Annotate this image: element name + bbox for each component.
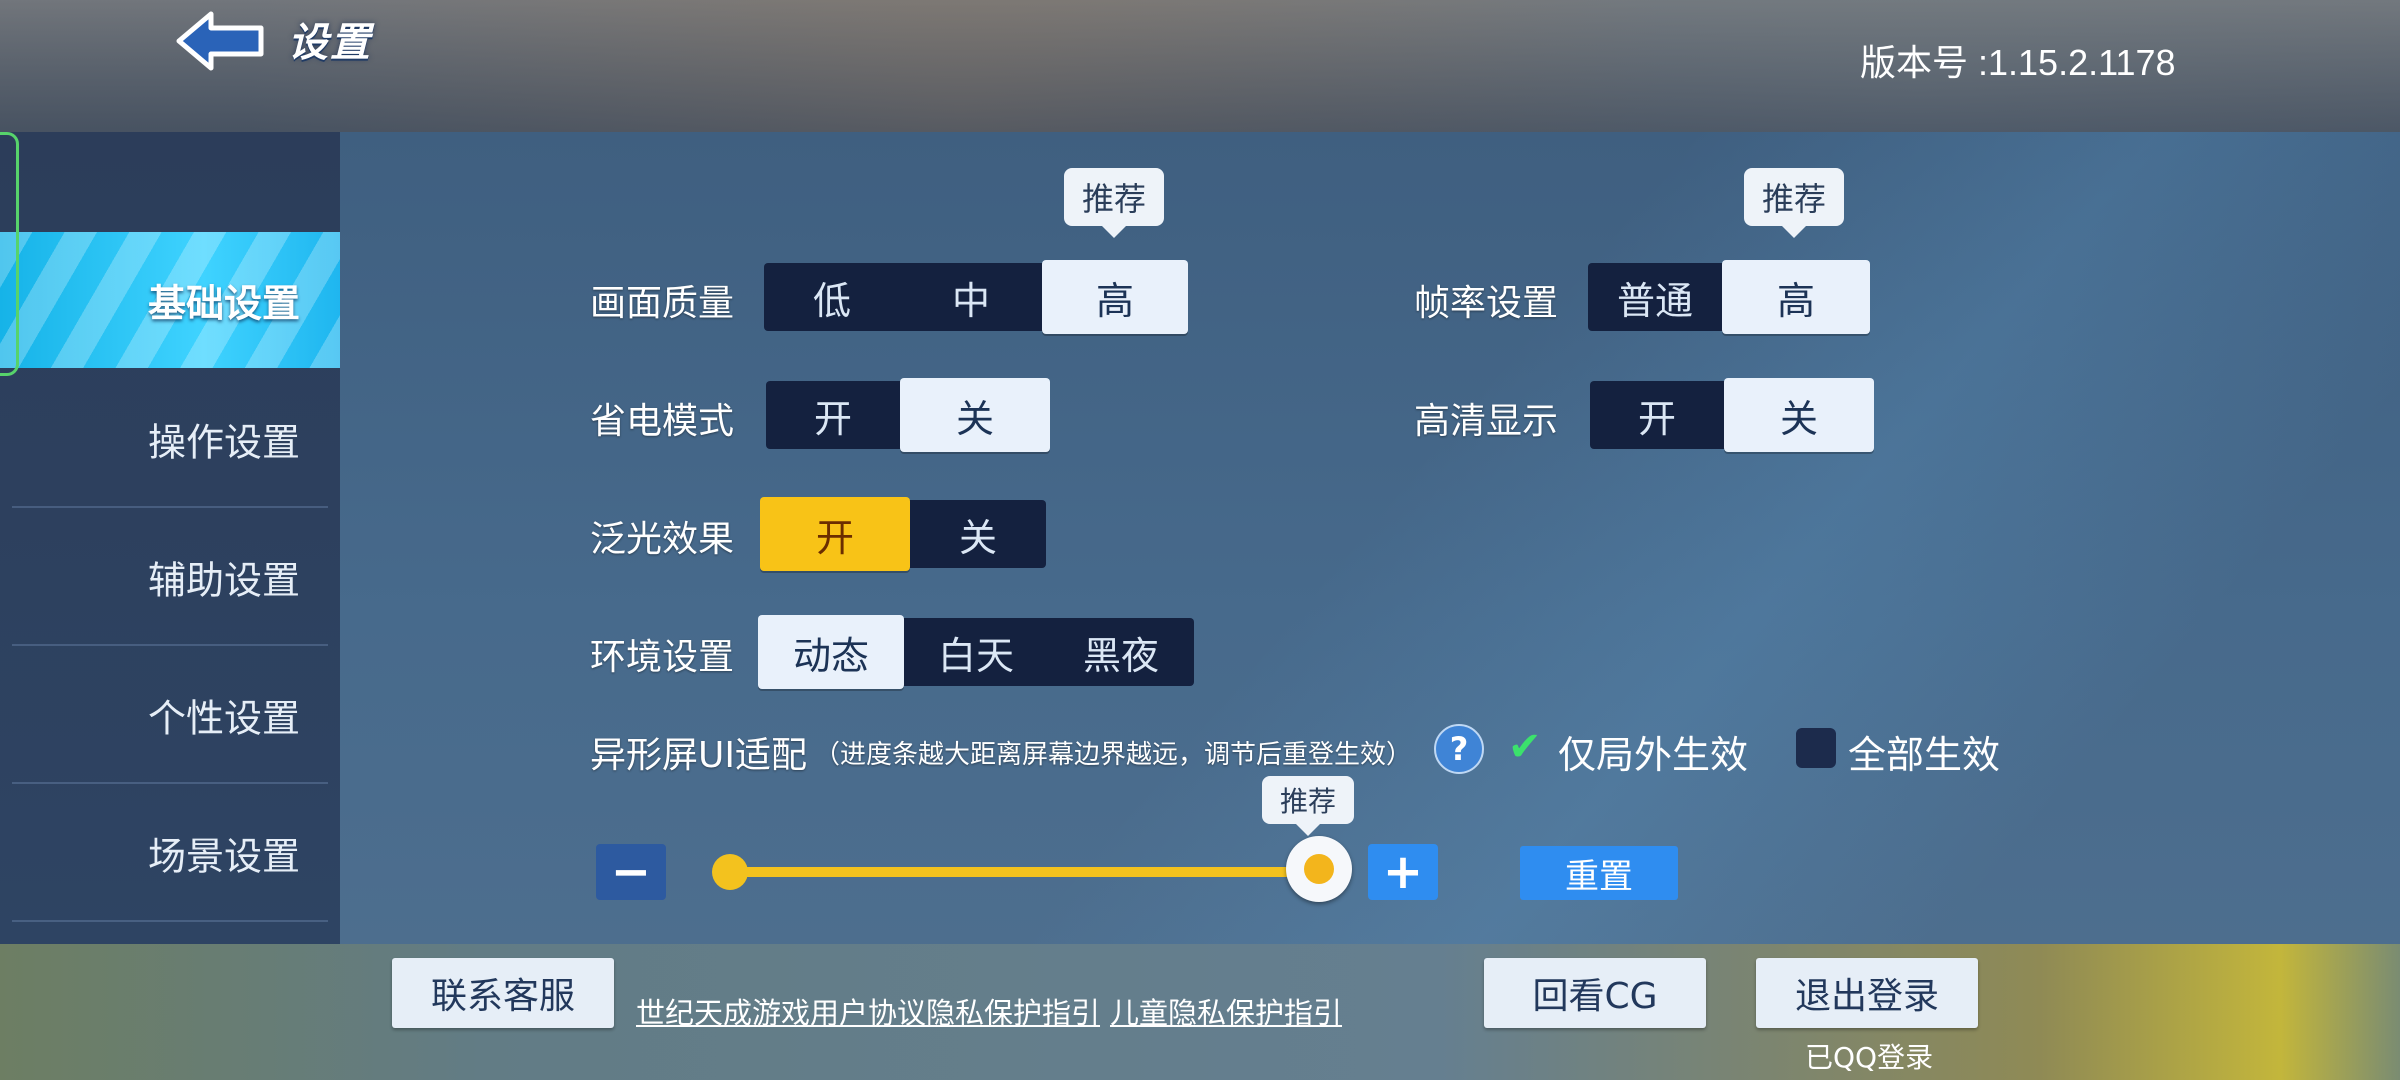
bloom-on-option[interactable]: 开 <box>760 497 910 571</box>
graphics-low-option[interactable]: 低 <box>764 263 900 331</box>
sidebar-item-assist[interactable]: 辅助设置 <box>0 508 340 646</box>
recommend-tip: 推荐 <box>1262 776 1354 836</box>
check-icon[interactable]: ✔ <box>1508 724 1542 770</box>
user-agreement-link[interactable]: 世纪天成游戏用户协议 <box>636 990 926 1032</box>
sidebar-item-controls[interactable]: 操作设置 <box>0 370 340 508</box>
hd-display-off-option[interactable]: 关 <box>1724 378 1874 452</box>
framerate-normal-option[interactable]: 普通 <box>1588 263 1722 331</box>
checkbox-icon[interactable] <box>1796 728 1836 768</box>
sidebar-item-label: 辅助设置 <box>147 558 300 603</box>
graphics-quality-label: 画面质量 <box>590 283 735 324</box>
privacy-guide-link[interactable]: 隐私保护指引 <box>926 990 1100 1032</box>
slider-knob[interactable] <box>1286 836 1352 902</box>
child-privacy-link[interactable]: 儿童隐私保护指引 <box>1110 990 1342 1032</box>
notch-adapt-note: （进度条越大距离屏幕边界越远，调节后重登生效） <box>814 740 1413 770</box>
framerate-high-option[interactable]: 高 <box>1722 260 1870 334</box>
hd-display-label: 高清显示 <box>1414 401 1559 442</box>
notch-adapt-label: 异形屏UI适配 <box>590 735 807 776</box>
graphics-quality-selector: 低 中 高 <box>764 260 1188 334</box>
replay-cg-button[interactable]: 回看CG <box>1484 958 1706 1028</box>
framerate-selector: 普通 高 <box>1588 260 1870 334</box>
power-save-on-option[interactable]: 开 <box>766 381 900 449</box>
sidebar-item-personal[interactable]: 个性设置 <box>0 646 340 784</box>
help-icon[interactable]: ? <box>1434 724 1484 774</box>
environment-day-option[interactable]: 白天 <box>904 618 1048 686</box>
back-arrow-icon <box>176 11 264 71</box>
environment-night-option[interactable]: 黑夜 <box>1048 618 1194 686</box>
sidebar-item-label: 个性设置 <box>147 696 300 741</box>
bloom-label: 泛光效果 <box>590 519 735 560</box>
apply-all-option[interactable]: 全部生效 <box>1848 724 2000 779</box>
environment-dynamic-option[interactable]: 动态 <box>758 615 904 689</box>
power-save-toggle: 开 关 <box>766 378 1050 452</box>
sidebar-item-label: 场景设置 <box>147 834 300 879</box>
environment-label: 环境设置 <box>590 637 735 678</box>
power-save-label: 省电模式 <box>590 401 735 442</box>
graphics-medium-option[interactable]: 中 <box>900 263 1042 331</box>
decrease-button[interactable]: − <box>596 844 666 900</box>
sidebar-item-label: 操作设置 <box>147 420 300 465</box>
outside-only-option[interactable]: 仅局外生效 <box>1558 724 1748 779</box>
hd-display-on-option[interactable]: 开 <box>1590 381 1724 449</box>
notch-slider-track[interactable] <box>730 867 1320 877</box>
bloom-off-option[interactable]: 关 <box>910 500 1046 568</box>
sidebar-item-basic[interactable]: 基础设置 <box>0 232 340 368</box>
divider <box>12 920 328 922</box>
back-button[interactable] <box>175 10 267 72</box>
sidebar-item-label: 基础设置 <box>147 281 300 326</box>
power-save-off-option[interactable]: 关 <box>900 378 1050 452</box>
login-status: 已QQ登录 <box>1805 1041 1934 1074</box>
settings-panel <box>0 132 2400 944</box>
sidebar-item-scene[interactable]: 场景设置 <box>0 784 340 922</box>
hd-display-toggle: 开 关 <box>1590 378 1874 452</box>
reset-button[interactable]: 重置 <box>1520 846 1678 900</box>
recommend-tip: 推荐 <box>1064 168 1164 238</box>
version-number: 版本号 :1.15.2.1178 <box>1860 42 2176 83</box>
environment-selector: 动态 白天 黑夜 <box>758 615 1194 689</box>
recommend-tip: 推荐 <box>1744 168 1844 238</box>
page-title: 设置 <box>288 20 372 66</box>
increase-button[interactable]: + <box>1368 844 1438 900</box>
sidebar-selection-border <box>0 132 19 376</box>
contact-support-button[interactable]: 联系客服 <box>392 958 614 1028</box>
slider-knob-center <box>1304 854 1334 884</box>
bloom-toggle: 开 关 <box>760 497 1046 571</box>
framerate-label: 帧率设置 <box>1414 283 1559 324</box>
graphics-high-option[interactable]: 高 <box>1042 260 1188 334</box>
logout-button[interactable]: 退出登录 <box>1756 958 1978 1028</box>
